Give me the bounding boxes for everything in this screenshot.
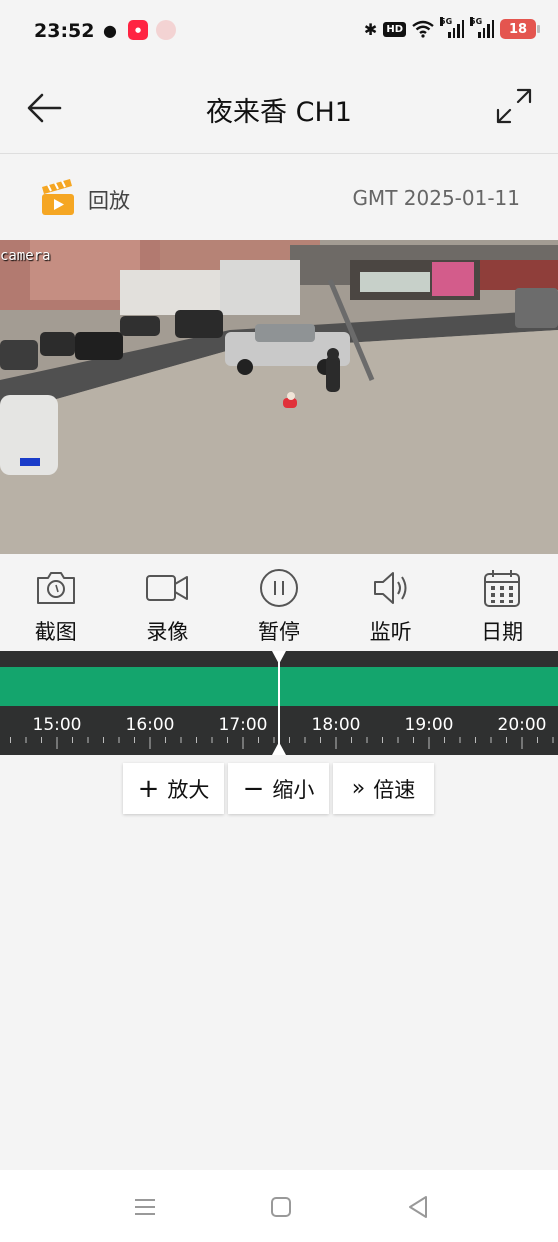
timeline-hour-label: 20:00 — [497, 715, 547, 735]
zoom-out-button[interactable]: − 缩小 — [228, 763, 329, 814]
plus-icon: + — [137, 773, 160, 804]
listen-button[interactable]: 监听 — [335, 554, 447, 651]
home-icon[interactable] — [268, 1194, 294, 1220]
speed-button[interactable]: » 倍速 — [333, 763, 434, 814]
playback-clapper-icon — [42, 179, 74, 215]
date-label: 日期 — [481, 620, 524, 644]
signal-icon-1: 5G — [440, 17, 464, 38]
xiaohongshu-icon: ● — [128, 20, 148, 40]
playback-row: 回放 GMT 2025-01-11 — [0, 155, 558, 240]
video-frame — [0, 240, 558, 554]
status-bar: 23:52 ● ● ✱ HD 5G 5G 18 — [0, 0, 558, 62]
timeline-hour-label: 15:00 — [32, 715, 82, 735]
timeline-cursor-top-marker — [272, 651, 286, 664]
calendar-icon — [484, 570, 521, 607]
date-button[interactable]: 日期 — [446, 554, 558, 651]
zoom-in-button[interactable]: + 放大 — [123, 763, 224, 814]
record-button[interactable]: 录像 — [112, 554, 224, 651]
header: 夜来香 CH1 — [0, 62, 558, 154]
playback-date: GMT 2025-01-11 — [352, 186, 520, 210]
timeline-hour-label: 17:00 — [218, 715, 268, 735]
zoom-out-label: 缩小 — [272, 777, 315, 802]
menu-icon[interactable] — [132, 1194, 158, 1220]
timeline-hour-label: 18:00 — [311, 715, 361, 735]
timeline[interactable]: 15:00 16:00 17:00 18:00 19:00 20:00 — [0, 651, 558, 755]
system-nav-bar — [0, 1170, 558, 1242]
video-record-icon — [146, 575, 189, 601]
zoom-controls: + 放大 − 缩小 » 倍速 — [123, 763, 434, 814]
bluetooth-icon: ✱ — [363, 19, 378, 39]
pause-button[interactable]: 暂停 — [223, 554, 335, 651]
signal-label-2: 5G — [470, 17, 483, 26]
battery-icon: 18 — [500, 19, 540, 39]
wechat-icon: ● — [103, 20, 117, 40]
signal-icon-2: 5G — [470, 17, 494, 38]
timeline-hour-label: 19:00 — [404, 715, 454, 735]
status-time: 23:52 — [34, 20, 95, 42]
speed-label: 倍速 — [373, 777, 416, 802]
listen-label: 监听 — [369, 620, 412, 644]
hd-badge: HD — [383, 21, 406, 37]
timeline-cursor-bottom-marker — [272, 742, 286, 755]
page-title: 夜来香 CH1 — [206, 97, 352, 128]
record-label: 录像 — [146, 620, 189, 644]
camera-icon — [36, 572, 75, 604]
screenshot-button[interactable]: 截图 — [0, 554, 112, 651]
video-player[interactable]: camera — [0, 240, 558, 554]
status-right: ✱ HD 5G 5G 18 — [363, 17, 540, 39]
control-bar: 截图 录像 暂停 监听 日期 — [0, 554, 558, 651]
signal-label-1: 5G — [440, 17, 453, 26]
minus-icon: − — [242, 773, 265, 804]
pause-label: 暂停 — [257, 620, 300, 644]
pause-icon — [259, 569, 298, 607]
back-triangle-icon[interactable] — [405, 1194, 431, 1220]
wifi-icon — [412, 20, 434, 38]
playback-label: 回放 — [88, 189, 130, 213]
screenshot-label: 截图 — [34, 620, 77, 644]
speaker-icon — [373, 572, 407, 604]
timeline-hour-label: 16:00 — [125, 715, 175, 735]
avatar-icon — [156, 20, 176, 40]
timeline-cursor[interactable] — [278, 651, 280, 755]
double-chevron-icon: » — [351, 775, 366, 801]
notification-icons: ● ● — [100, 20, 176, 40]
zoom-in-label: 放大 — [167, 777, 210, 802]
camera-label: camera — [0, 248, 51, 264]
fullscreen-icon[interactable] — [494, 86, 534, 126]
